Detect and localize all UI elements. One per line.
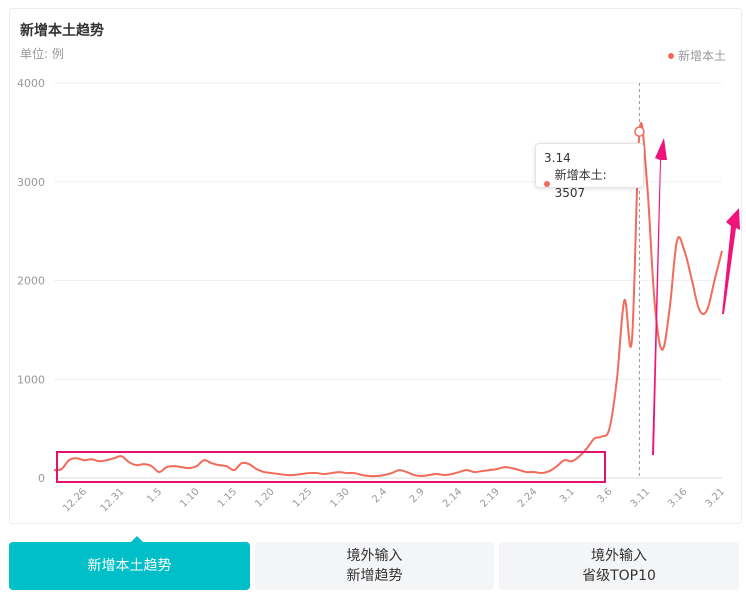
highlight-point: [634, 126, 645, 137]
x-tick-label: 2.24: [516, 486, 540, 510]
tab-bar: 新增本土趋势 境外输入 新增趋势 境外输入 省级TOP10: [9, 536, 742, 590]
x-tick-label: 3.16: [666, 486, 690, 510]
line-chart: 0 1000 2000 3000 4000 12.26 12.31 1.5 1.10 1.15 1…: [17, 77, 740, 514]
x-tick-label: 3.21: [704, 486, 728, 510]
x-tick-label: 12.26: [61, 486, 89, 514]
tooltip-date: 3.14: [544, 151, 571, 165]
x-tick-label: 1.10: [178, 486, 202, 510]
x-tick-label: 1.15: [216, 486, 240, 510]
tab-label: 省级TOP10: [582, 568, 656, 584]
x-tick-label: 2.14: [441, 486, 465, 510]
tab-imported-top10[interactable]: 境外输入 省级TOP10: [499, 542, 739, 590]
x-tick-label: 1.5: [145, 486, 164, 505]
x-tick-label: 3.1: [558, 486, 577, 505]
x-tick-label: 3.6: [596, 486, 615, 505]
tab-pointer-icon: [131, 536, 143, 542]
x-tick-label: 2.9: [408, 486, 427, 505]
x-tick-label: 1.25: [291, 486, 315, 510]
tab-local-trend[interactable]: 新增本土趋势: [9, 536, 250, 590]
x-tick-label: 2.19: [478, 486, 502, 510]
tab-label: 新增本土趋势: [87, 558, 172, 574]
y-tick-label: 0: [38, 472, 45, 485]
x-tick-label: 1.20: [253, 486, 277, 510]
x-tick-label: 3.11: [629, 486, 653, 510]
tooltip-dot-icon: [544, 181, 550, 187]
arrow-icon: [722, 208, 740, 314]
tab-label: 境外输入: [346, 548, 403, 564]
y-tick-label: 2000: [17, 275, 45, 288]
x-tick-label: 1.30: [328, 486, 352, 510]
x-tick-label: 12.31: [99, 486, 127, 514]
x-tick-label: 2.4: [370, 486, 389, 505]
tab-label: 新增趋势: [346, 568, 403, 584]
tooltip-label: 新增本土: 3507: [554, 168, 607, 200]
tab-imported-trend[interactable]: 境外输入 新增趋势: [255, 542, 494, 590]
tooltip: 3.14 新增本土: 3507: [535, 143, 644, 200]
y-tick-label: 1000: [17, 373, 45, 386]
y-tick-label: 3000: [17, 176, 45, 189]
tab-label: 境外输入: [591, 548, 647, 564]
y-tick-label: 4000: [17, 77, 45, 90]
